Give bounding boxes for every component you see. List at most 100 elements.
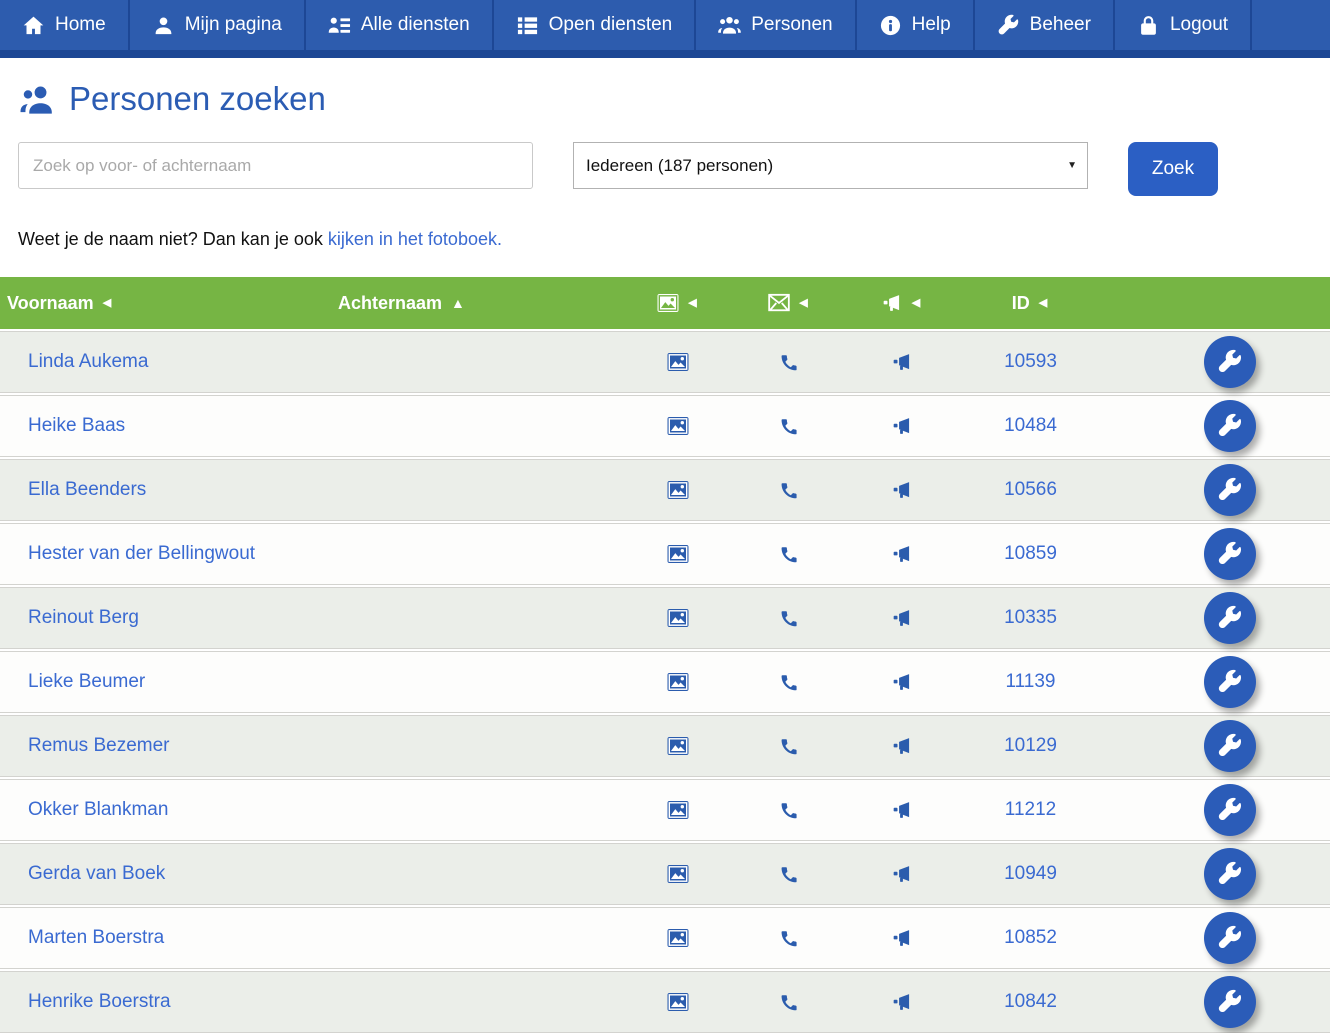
nav-item-alle-diensten[interactable]: Alle diensten (306, 0, 494, 50)
header-contact[interactable]: ◀ (732, 293, 844, 313)
photo-cell[interactable] (623, 928, 733, 948)
phone-cell[interactable] (733, 992, 845, 1012)
person-name-link[interactable]: Okker Blankman (28, 799, 168, 820)
announce-cell[interactable] (845, 800, 958, 820)
photo-cell[interactable] (623, 736, 733, 756)
announce-cell[interactable] (845, 672, 958, 692)
main-content: Personen zoeken Iedereen (187 personen) … (0, 58, 1330, 250)
person-id-link[interactable]: 10335 (1004, 607, 1057, 629)
wrench-icon (1217, 861, 1243, 887)
filter-select[interactable]: Iedereen (187 personen) (573, 142, 1088, 189)
nav-item-personen[interactable]: Personen (696, 0, 856, 50)
search-input[interactable] (18, 142, 533, 189)
person-name-link[interactable]: Henrike Boerstra (28, 991, 171, 1012)
person-id-link[interactable]: 10842 (1004, 991, 1057, 1013)
phone-cell[interactable] (733, 864, 845, 884)
megaphone-icon (881, 293, 903, 313)
person-id-link[interactable]: 10852 (1004, 927, 1057, 949)
edit-person-button[interactable] (1204, 592, 1256, 644)
person-name-link[interactable]: Marten Boerstra (28, 927, 164, 948)
photo-cell[interactable] (623, 800, 733, 820)
megaphone-icon (891, 864, 913, 884)
phone-cell[interactable] (733, 544, 845, 564)
nav-item-mijn-pagina[interactable]: Mijn pagina (130, 0, 306, 50)
person-name-link[interactable]: Hester van der Bellingwout (28, 543, 255, 564)
edit-person-button[interactable] (1204, 464, 1256, 516)
announce-cell[interactable] (845, 480, 958, 500)
phone-cell[interactable] (733, 416, 845, 436)
nav-item-open-diensten[interactable]: Open diensten (494, 0, 697, 50)
announce-cell[interactable] (845, 416, 958, 436)
announce-cell[interactable] (845, 928, 958, 948)
edit-person-button[interactable] (1204, 400, 1256, 452)
person-name-link[interactable]: Reinout Berg (28, 607, 139, 628)
person-id-link[interactable]: 10859 (1004, 543, 1057, 565)
announce-cell[interactable] (845, 736, 958, 756)
edit-person-button[interactable] (1204, 336, 1256, 388)
person-name-link[interactable]: Linda Aukema (28, 351, 148, 372)
edit-person-button[interactable] (1204, 976, 1256, 1028)
photo-cell[interactable] (623, 416, 733, 436)
nav-item-home[interactable]: Home (0, 0, 130, 50)
photo-cell[interactable] (623, 992, 733, 1012)
phone-cell[interactable] (733, 736, 845, 756)
table-row: Ella Beenders 10566 (0, 459, 1330, 521)
fotoboek-link[interactable]: kijken in het fotoboek. (328, 229, 502, 249)
phone-cell[interactable] (733, 800, 845, 820)
person-id-link[interactable]: 10129 (1004, 735, 1057, 757)
photo-cell[interactable] (623, 864, 733, 884)
wrench-icon (1217, 797, 1243, 823)
phone-cell[interactable] (733, 608, 845, 628)
search-button[interactable]: Zoek (1128, 142, 1218, 196)
phone-cell[interactable] (733, 480, 845, 500)
page-title: Personen zoeken (18, 80, 1312, 118)
phone-icon (778, 672, 800, 692)
announce-cell[interactable] (845, 992, 958, 1012)
photo-cell[interactable] (623, 672, 733, 692)
wrench-icon (1217, 925, 1243, 951)
edit-person-button[interactable] (1204, 656, 1256, 708)
edit-person-button[interactable] (1204, 848, 1256, 900)
edit-person-button[interactable] (1204, 912, 1256, 964)
person-name-link[interactable]: Heike Baas (28, 415, 125, 436)
person-name-link[interactable]: Gerda van Boek (28, 863, 165, 884)
phone-cell[interactable] (733, 352, 845, 372)
person-name-link[interactable]: Remus Bezemer (28, 735, 170, 756)
person-id-link[interactable]: 11212 (1005, 799, 1056, 821)
person-name-link[interactable]: Ella Beenders (28, 479, 146, 500)
person-name-link[interactable]: Lieke Beumer (28, 671, 145, 692)
sort-asc-icon: ▲ (451, 296, 465, 310)
nav-item-beheer[interactable]: Beheer (975, 0, 1115, 50)
photo-cell[interactable] (623, 544, 733, 564)
announce-cell[interactable] (845, 352, 958, 372)
header-announce[interactable]: ◀ (844, 293, 957, 313)
photo-icon (667, 544, 689, 564)
announce-cell[interactable] (845, 608, 958, 628)
person-id-link[interactable]: 11139 (1005, 671, 1055, 693)
edit-person-button[interactable] (1204, 720, 1256, 772)
nav-item-help[interactable]: Help (857, 0, 975, 50)
phone-cell[interactable] (733, 672, 845, 692)
sort-icon: ◀ (688, 298, 696, 309)
header-achternaam[interactable]: Achternaam ▲ (312, 293, 622, 314)
filter-select-wrap: Iedereen (187 personen) ▼ (573, 142, 1088, 189)
person-id-link[interactable]: 10949 (1004, 863, 1057, 885)
photo-cell[interactable] (623, 352, 733, 372)
table-row: Gerda van Boek 10949 (0, 843, 1330, 905)
edit-person-button[interactable] (1204, 784, 1256, 836)
announce-cell[interactable] (845, 544, 958, 564)
person-id-link[interactable]: 10484 (1004, 415, 1057, 437)
photo-cell[interactable] (623, 480, 733, 500)
announce-cell[interactable] (845, 864, 958, 884)
photo-cell[interactable] (623, 608, 733, 628)
header-voornaam[interactable]: Voornaam ◀ (0, 293, 312, 314)
person-id-link[interactable]: 10566 (1004, 479, 1057, 501)
nav-item-logout[interactable]: Logout (1115, 0, 1252, 50)
megaphone-icon (891, 928, 913, 948)
header-photo[interactable]: ◀ (622, 293, 732, 313)
phone-cell[interactable] (733, 928, 845, 948)
sort-icon: ◀ (1039, 298, 1047, 309)
person-id-link[interactable]: 10593 (1004, 351, 1057, 373)
edit-person-button[interactable] (1204, 528, 1256, 580)
header-id[interactable]: ID ◀ (957, 293, 1102, 314)
